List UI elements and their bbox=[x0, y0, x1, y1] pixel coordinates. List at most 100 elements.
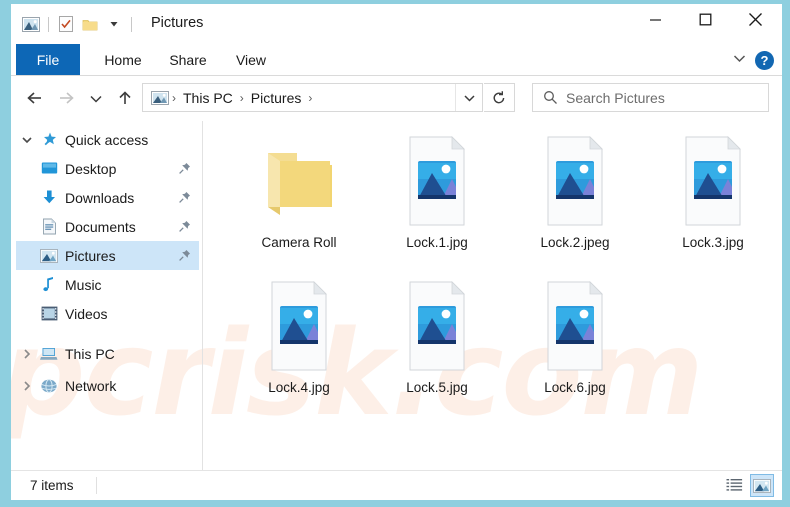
chevron-collapsed-icon[interactable] bbox=[16, 348, 38, 360]
desktop-icon bbox=[38, 160, 60, 178]
navigation-pane: Quick access Desktop Downloads Documents… bbox=[11, 121, 202, 470]
tab-file[interactable]: File bbox=[16, 44, 80, 76]
file-item-lock-3[interactable]: Lock.3.jpg bbox=[647, 129, 779, 271]
file-name-label: Lock.5.jpg bbox=[406, 380, 468, 395]
folder-icon bbox=[260, 129, 338, 233]
properties-check-icon[interactable] bbox=[54, 13, 78, 35]
search-icon bbox=[543, 90, 558, 105]
sidebar-item-this-pc[interactable]: This PC bbox=[16, 339, 199, 368]
file-name-label: Camera Roll bbox=[261, 235, 337, 250]
file-name-label: Lock.1.jpg bbox=[406, 235, 468, 250]
sidebar-label-desktop: Desktop bbox=[65, 160, 117, 177]
forward-button[interactable] bbox=[53, 85, 79, 111]
file-item-camera-roll[interactable]: Camera Roll bbox=[233, 129, 365, 271]
status-separator bbox=[96, 477, 97, 494]
breadcrumb-this-pc[interactable]: This PC bbox=[179, 88, 237, 108]
file-item-lock-4[interactable]: Lock.4.jpg bbox=[233, 274, 365, 416]
tab-share[interactable]: Share bbox=[157, 44, 219, 76]
desktop-background: PCrisk pcrisk.com bbox=[0, 0, 790, 507]
sidebar-item-downloads[interactable]: Downloads bbox=[16, 183, 199, 212]
file-item-lock-2[interactable]: Lock.2.jpeg bbox=[509, 129, 641, 271]
pin-icon[interactable] bbox=[177, 191, 191, 205]
up-button[interactable] bbox=[112, 85, 138, 111]
customize-qat-chevron-icon[interactable] bbox=[102, 13, 126, 35]
sidebar-label-music: Music bbox=[65, 276, 102, 293]
sidebar-label-videos: Videos bbox=[65, 305, 108, 322]
jpg-file-icon bbox=[678, 129, 748, 233]
documents-icon bbox=[38, 218, 60, 236]
jpg-file-icon bbox=[402, 129, 472, 233]
chevron-collapsed-icon[interactable] bbox=[16, 380, 38, 392]
item-count-label: 7 items bbox=[30, 478, 74, 493]
videos-icon bbox=[38, 305, 60, 323]
new-folder-icon[interactable] bbox=[78, 13, 102, 35]
star-pin-icon bbox=[38, 131, 60, 149]
qat-separator-1 bbox=[48, 16, 49, 32]
ribbon-right-controls: ? bbox=[732, 44, 774, 76]
file-item-lock-6[interactable]: Lock.6.jpg bbox=[509, 274, 641, 416]
sidebar-label-this-pc: This PC bbox=[65, 345, 115, 362]
sidebar-item-pictures[interactable]: Pictures bbox=[16, 241, 199, 270]
ribbon-divider bbox=[11, 75, 782, 76]
sidebar-item-quick-access[interactable]: Quick access bbox=[16, 125, 199, 154]
tab-home[interactable]: Home bbox=[91, 44, 155, 76]
music-note-icon bbox=[38, 276, 60, 294]
large-icons-view-icon[interactable] bbox=[750, 474, 774, 497]
search-placeholder: Search Pictures bbox=[566, 89, 665, 106]
file-list-view: Camera Roll Lock.1.jpg Lock.2.jpeg Lock.… bbox=[203, 121, 782, 470]
breadcrumb-pictures[interactable]: Pictures bbox=[247, 88, 306, 108]
sidebar-item-videos[interactable]: Videos bbox=[16, 299, 199, 328]
file-explorer-window: PCrisk pcrisk.com bbox=[11, 4, 782, 500]
address-bar[interactable]: › This PC › Pictures › bbox=[142, 83, 483, 112]
details-view-icon[interactable] bbox=[722, 474, 746, 497]
network-icon bbox=[38, 377, 60, 395]
ribbon-tab-bar: File Home Share View ? bbox=[11, 44, 782, 76]
search-input[interactable]: Search Pictures bbox=[532, 83, 769, 112]
file-name-label: Lock.6.jpg bbox=[544, 380, 606, 395]
picture-library-icon[interactable] bbox=[19, 13, 43, 35]
jpg-file-icon bbox=[540, 129, 610, 233]
pin-icon[interactable] bbox=[177, 162, 191, 176]
close-button[interactable] bbox=[732, 4, 778, 34]
status-bar: 7 items bbox=[11, 470, 782, 500]
jpg-file-icon bbox=[540, 274, 610, 378]
refresh-button[interactable] bbox=[484, 83, 515, 112]
maximize-button[interactable] bbox=[682, 4, 728, 34]
breadcrumb: › This PC › Pictures › bbox=[143, 88, 455, 108]
chevron-down-icon[interactable] bbox=[732, 51, 747, 69]
pin-icon[interactable] bbox=[177, 220, 191, 234]
title-bar: Pictures bbox=[11, 4, 782, 44]
sidebar-item-music[interactable]: Music bbox=[16, 270, 199, 299]
breadcrumb-separator-1: › bbox=[172, 90, 176, 105]
sidebar-label-documents: Documents bbox=[65, 218, 136, 235]
explorer-body: Quick access Desktop Downloads Documents… bbox=[11, 121, 782, 470]
sidebar-label-quick-access: Quick access bbox=[65, 131, 149, 148]
file-name-label: Lock.3.jpg bbox=[682, 235, 744, 250]
recent-locations-button[interactable] bbox=[85, 85, 107, 111]
address-bar-row: › This PC › Pictures › Search Pictures bbox=[11, 76, 782, 121]
breadcrumb-separator-3[interactable]: › bbox=[307, 91, 313, 105]
picture-library-icon[interactable] bbox=[149, 90, 169, 105]
qat-separator-2 bbox=[131, 16, 132, 32]
chevron-expanded-icon[interactable] bbox=[16, 135, 38, 145]
tab-view[interactable]: View bbox=[221, 44, 281, 76]
sidebar-item-documents[interactable]: Documents bbox=[16, 212, 199, 241]
sidebar-item-desktop[interactable]: Desktop bbox=[16, 154, 199, 183]
chevron-down-icon[interactable] bbox=[455, 84, 482, 111]
sidebar-label-network: Network bbox=[65, 377, 117, 394]
breadcrumb-separator-2: › bbox=[239, 90, 244, 105]
file-item-lock-5[interactable]: Lock.5.jpg bbox=[371, 274, 503, 416]
downloads-icon bbox=[38, 189, 60, 207]
window-title: Pictures bbox=[151, 15, 204, 31]
back-button[interactable] bbox=[22, 85, 48, 111]
pictures-icon bbox=[38, 247, 60, 265]
help-button[interactable]: ? bbox=[755, 50, 774, 70]
sidebar-label-downloads: Downloads bbox=[65, 189, 135, 206]
this-pc-icon bbox=[38, 345, 60, 363]
minimize-button[interactable] bbox=[632, 4, 678, 34]
file-item-lock-1[interactable]: Lock.1.jpg bbox=[371, 129, 503, 271]
quick-access-toolbar bbox=[19, 12, 137, 36]
sidebar-label-pictures: Pictures bbox=[65, 247, 116, 264]
sidebar-item-network[interactable]: Network bbox=[16, 371, 199, 400]
pin-icon[interactable] bbox=[177, 249, 191, 263]
